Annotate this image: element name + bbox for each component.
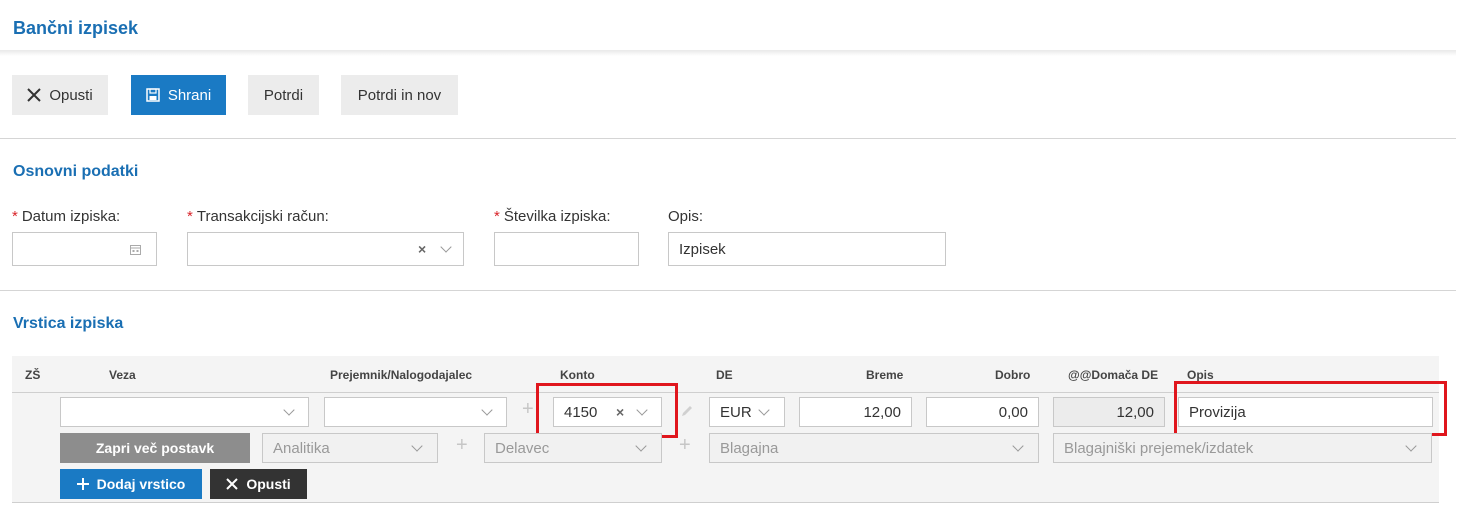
credit-input[interactable]: 0,00 xyxy=(926,397,1039,427)
confirm-new-button[interactable]: Potrdi in nov xyxy=(341,75,458,115)
header-divider xyxy=(0,50,1456,56)
date-label-text: Datum izpiska: xyxy=(21,208,121,225)
cash-doc-placeholder: Blagajniški prejemek/izdatek xyxy=(1064,439,1254,457)
plus-icon[interactable]: + xyxy=(679,434,691,457)
discard-button[interactable]: Opusti xyxy=(12,75,108,115)
chevron-down-icon[interactable] xyxy=(1405,440,1417,452)
debit-value: 12,00 xyxy=(863,403,901,421)
analytics-placeholder: Analitika xyxy=(273,439,330,457)
column-header-desc: Opis xyxy=(1187,368,1214,382)
currency-value: EUR xyxy=(720,403,752,421)
pencil-icon[interactable] xyxy=(680,404,694,418)
chevron-down-icon[interactable] xyxy=(758,404,770,416)
currency-select[interactable]: EUR xyxy=(709,397,785,427)
required-mark: * xyxy=(187,208,193,225)
statement-number-input[interactable] xyxy=(494,232,639,266)
required-mark: * xyxy=(12,208,18,225)
desc-label: Opis: xyxy=(668,208,704,225)
plus-icon[interactable]: + xyxy=(456,434,468,457)
domestic-value: 12,00 xyxy=(1116,403,1154,421)
chevron-down-icon[interactable] xyxy=(1012,440,1024,452)
account-label: * Transakcijski račun: xyxy=(187,208,329,225)
column-header-domestic: @@Domača DE xyxy=(1068,368,1159,382)
highlight-desc xyxy=(1174,381,1447,436)
close-icon xyxy=(27,88,42,102)
confirm-new-button-label: Potrdi in nov xyxy=(357,86,442,104)
veza-select[interactable] xyxy=(60,397,309,427)
close-icon xyxy=(226,478,239,490)
chevron-down-icon[interactable] xyxy=(481,404,493,416)
cashbox-select[interactable]: Blagajna xyxy=(709,433,1039,463)
column-header-de: DE xyxy=(716,368,733,382)
save-button[interactable]: Shrani xyxy=(131,75,226,115)
add-row-button[interactable]: Dodaj vrstico xyxy=(60,469,202,499)
clear-icon[interactable]: × xyxy=(418,241,426,257)
close-more-items-button[interactable]: Zapri več postavk xyxy=(60,433,250,463)
chevron-down-icon[interactable] xyxy=(283,404,295,416)
divider xyxy=(0,138,1456,139)
discard-row-button[interactable]: Opusti xyxy=(210,469,307,499)
save-button-label: Shrani xyxy=(167,86,212,104)
column-header-credit: Dobro xyxy=(995,368,1031,382)
account-select[interactable]: × xyxy=(187,232,464,266)
add-row-label: Dodaj vrstico xyxy=(96,476,186,492)
desc-value: Izpisek xyxy=(679,240,726,258)
calendar-icon xyxy=(130,245,141,255)
credit-value: 0,00 xyxy=(998,403,1028,421)
close-more-items-label: Zapri več postavk xyxy=(95,440,215,456)
confirm-button-label: Potrdi xyxy=(263,86,304,104)
domestic-amount: 12,00 xyxy=(1053,397,1165,427)
number-label: * Številka izpiska: xyxy=(494,208,611,225)
plus-icon[interactable]: + xyxy=(522,398,534,421)
date-label: * Datum izpiska: xyxy=(12,208,120,225)
column-header-veza: Veza xyxy=(109,368,136,382)
required-mark: * xyxy=(494,208,500,225)
number-label-text: Številka izpiska: xyxy=(503,208,611,225)
column-header-zs: ZŠ xyxy=(25,368,41,382)
discard-button-label: Opusti xyxy=(49,86,93,104)
recipient-select[interactable] xyxy=(324,397,507,427)
chevron-down-icon[interactable] xyxy=(635,440,647,452)
employee-select[interactable]: Delavec xyxy=(484,433,662,463)
employee-placeholder: Delavec xyxy=(495,439,550,457)
column-header-debit: Breme xyxy=(866,368,904,382)
debit-input[interactable]: 12,00 xyxy=(799,397,912,427)
account-label-text: Transakcijski račun: xyxy=(196,208,329,225)
save-icon xyxy=(146,88,160,102)
section-title-lines: Vrstica izpiska xyxy=(13,315,124,332)
column-header-konto: Konto xyxy=(560,368,595,382)
plus-icon xyxy=(76,478,89,490)
page-title: Bančni izpisek xyxy=(13,18,139,38)
confirm-button[interactable]: Potrdi xyxy=(248,75,319,115)
chevron-down-icon[interactable] xyxy=(440,241,452,253)
cash-doc-select[interactable]: Blagajniški prejemek/izdatek xyxy=(1053,433,1432,463)
column-header-recipient: Prejemnik/Nalogodajalec xyxy=(330,368,473,382)
divider xyxy=(0,290,1456,291)
section-title-basic: Osnovni podatki xyxy=(13,163,139,180)
chevron-down-icon[interactable] xyxy=(411,440,423,452)
date-field[interactable] xyxy=(12,232,157,266)
grid-bottom-line xyxy=(12,502,1439,503)
discard-row-label: Opusti xyxy=(246,476,291,492)
analytics-select[interactable]: Analitika xyxy=(262,433,438,463)
cashbox-placeholder: Blagajna xyxy=(720,439,779,457)
highlight-konto xyxy=(536,383,678,438)
desc-input[interactable]: Izpisek xyxy=(668,232,946,266)
